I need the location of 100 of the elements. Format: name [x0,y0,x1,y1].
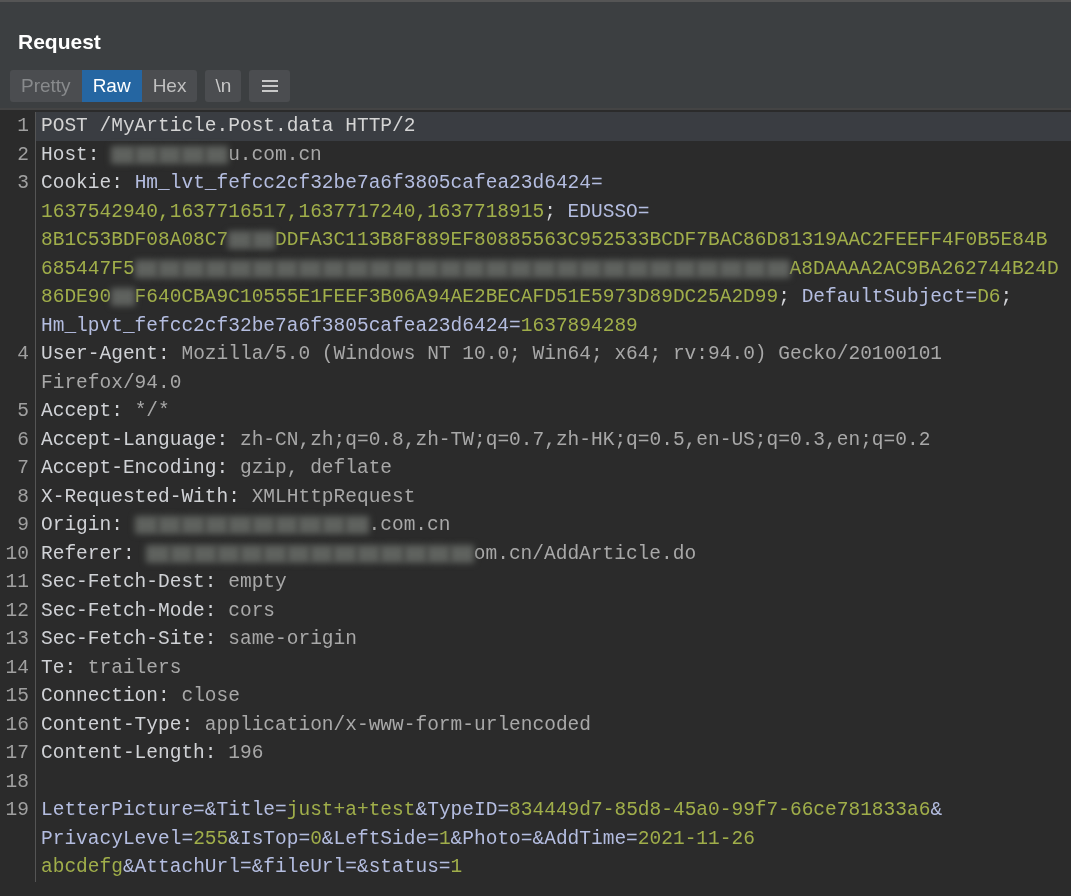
redaction-blur [274,516,299,535]
redaction-blur [368,259,392,278]
redaction-blur [263,544,287,563]
header-value: gzip, deflate [239,456,393,481]
view-tab[interactable]: Raw [81,70,142,102]
redaction-blur [204,145,229,164]
redaction-blur [228,259,252,278]
header-name: X-Requested-With: [41,484,241,510]
redaction-blur [625,259,650,278]
panel-title: Request [17,29,102,55]
redaction-blur [228,516,252,535]
header-name: Sec-Fetch-Site: [41,627,218,652]
header-value: .com.cn [368,513,451,538]
line-number: 17 [5,742,29,764]
header-value: cors [228,598,276,624]
param-name: &IsTop= [228,826,311,852]
redaction-blur [380,544,404,563]
redaction-blur [158,516,182,535]
redaction-blur [251,231,275,250]
redaction-blur [719,259,743,278]
header-value: Mozilla/5.0 (Windows NT 10.0; Win64; x64; rv:94.0) Gecko/20100101 [181,342,943,367]
view-tab[interactable]: Hex [141,70,198,102]
param-name: EDUSSO= [567,199,650,225]
redaction-blur [204,259,229,278]
redaction-blur [134,516,158,535]
redaction-blur [111,288,135,307]
header-name: Content-Type: [41,712,195,738]
line-number: 3 [17,172,29,194]
redaction-blur [181,259,205,278]
request-line: POST /MyArticle.Post.data HTTP/2 [41,114,416,139]
header-name: Content-Length: [41,741,218,766]
line-number: 7 [17,457,29,479]
header-name: ; [1000,285,1013,310]
param-value: 0 [310,826,322,852]
header-name: Host: [41,142,101,168]
header-value: close [181,684,240,709]
param-value: A8DAAAA2AC9BA262744B24D [789,256,1059,282]
param-value: 685447F5 [41,256,135,282]
param-value: 1637542940,1637716517,1637717240,1637718915 [41,199,545,225]
header-name: Sec-Fetch-Dest: [41,570,218,595]
param-value: abcdefg [41,855,123,880]
redaction-blur [228,231,252,250]
header-name: User-Agent: [41,342,171,367]
param-value: 86DE90 [41,285,112,310]
redaction-blur [450,544,474,563]
param-value: D6 [977,285,1001,310]
line-number: 9 [17,514,29,536]
header-value: same-origin [228,627,357,652]
header-name: Accept: [41,399,124,424]
line-number: 5 [17,400,29,422]
param-value: DDFA3C113B8F889EF80885563C952533BCDF7BAC86D81319AAC2FEEFF4F0B5E84B [275,228,1048,253]
redaction-blur [602,259,626,278]
redaction-blur [415,259,439,278]
line-number: 6 [17,428,29,451]
redaction-blur [462,259,486,278]
redaction-blur [696,259,720,278]
param-name: &Photo=&AddTime= [450,826,638,852]
param-name: & [930,798,943,823]
redaction-blur [579,259,603,278]
header-value: om.cn/AddArticle.do [473,541,697,567]
redaction-blur [438,259,463,278]
redaction-blur [321,259,346,278]
line-number: 10 [5,542,29,565]
redaction-blur [274,259,299,278]
header-value: Firefox/94.0 [41,370,182,396]
header-value: */* [134,399,170,424]
menu-button[interactable] [249,70,291,102]
header-value: XMLHttpRequest [251,484,416,510]
param-value: 1 [450,855,463,880]
line-number: 1 [17,115,29,137]
header-value: empty [228,570,287,595]
line-number: 15 [5,685,29,707]
redaction-blur [672,259,696,278]
redaction-blur [146,544,170,563]
redaction-blur [286,544,311,563]
header-name: Cookie: [41,171,124,196]
newline-toggle-button[interactable]: \n [205,70,242,102]
menu-icon [261,80,278,92]
line-number: 4 [17,343,29,365]
line-number: 11 [5,571,29,593]
redaction-blur [216,544,240,563]
param-name: PrivacyLevel= [41,826,194,852]
header-name: ; [544,199,557,225]
redaction-blur [345,259,369,278]
redaction-blur [298,259,322,278]
header-name: Accept-Language: [41,427,230,453]
redaction-blur [111,145,135,164]
redaction-blur [204,516,229,535]
redaction-blur [649,259,673,278]
header-name: Connection: [41,684,171,709]
param-value: just+a+test [286,798,416,823]
param-value: F640CBA9C10555E1FEEF3B06A94AE2BECAFD51E5973D89DC25A2D99 [134,285,779,310]
param-name: &LeftSide= [321,826,439,852]
header-value: zh-CN,zh;q=0.8,zh-TW;q=0.7,zh-HK;q=0.5,en-US;q=0.3,en;q=0.2 [239,427,931,453]
line-number: 13 [5,628,29,650]
header-value: application/x-www-form-urlencoded [204,712,591,738]
param-name: Hm_lvt_fefcc2cf32be7a6f3805cafea23d6424= [134,171,603,196]
redaction-blur [134,259,158,278]
param-value: 1 [438,826,451,852]
line-number: 19 [5,799,29,821]
